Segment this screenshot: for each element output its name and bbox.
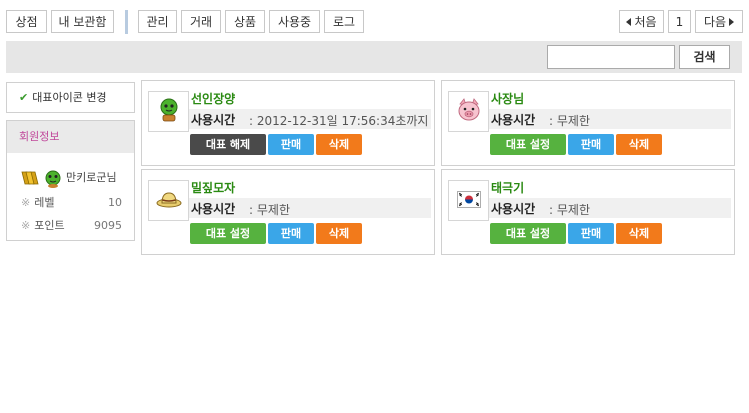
cactus-icon xyxy=(157,97,181,126)
pagination-next-label: 다음 xyxy=(703,15,727,29)
usage-value: : 무제한 xyxy=(249,203,290,217)
change-icon-label: 대표아이콘 변경 xyxy=(32,91,107,104)
pig-icon xyxy=(456,98,482,125)
tab-in-use[interactable]: 사용중 xyxy=(269,10,320,33)
pagination-next-button[interactable]: 다음 xyxy=(695,10,743,33)
rank-badge-icon xyxy=(21,170,39,192)
tab-my-storage[interactable]: 내 보관함 xyxy=(51,10,114,33)
item-name: 밀짚모자 xyxy=(191,181,236,195)
set-representative-button[interactable]: 대표 설정 xyxy=(490,134,566,155)
pagination-first-label: 처음 xyxy=(634,15,657,29)
set-representative-button[interactable]: 대표 설정 xyxy=(190,223,266,244)
bullet-icon: ※ xyxy=(21,196,31,209)
toolbar-separator xyxy=(125,10,128,34)
delete-button[interactable]: 삭제 xyxy=(316,134,362,155)
member-info-title: 회원정보 xyxy=(7,121,134,153)
sell-button[interactable]: 판매 xyxy=(268,134,314,155)
usage-label: 사용시간 xyxy=(191,202,236,216)
item-card: 태극기 사용시간 : 무제한 대표 설정 판매 삭제 xyxy=(441,169,735,255)
pagination-page-1[interactable]: 1 xyxy=(668,10,691,33)
usage-label: 사용시간 xyxy=(491,113,536,127)
member-level-value: 10 xyxy=(108,196,122,209)
sell-button[interactable]: 판매 xyxy=(268,223,314,244)
member-info-panel: 회원정보 만키로군님 ※ 레벨 10 ※ 포인트 9095 xyxy=(6,120,135,241)
korea-flag-icon xyxy=(456,190,481,211)
item-name: 태극기 xyxy=(491,181,525,195)
item-name: 선인장양 xyxy=(191,92,236,106)
member-points-value: 9095 xyxy=(94,219,122,232)
item-card: 사장님 사용시간 : 무제한 대표 설정 판매 삭제 xyxy=(441,80,735,166)
item-thumbnail xyxy=(148,180,189,221)
item-name: 사장님 xyxy=(491,92,525,106)
usage-row: 사용시간 : 2012-12-31일 17:56:34초까지 xyxy=(189,109,431,129)
item-thumbnail xyxy=(148,91,189,132)
tab-log[interactable]: 로그 xyxy=(324,10,364,33)
usage-row: 사용시간 : 무제한 xyxy=(189,198,431,218)
tab-manage[interactable]: 관리 xyxy=(138,10,177,33)
member-level-label: 레벨 xyxy=(34,196,55,209)
member-points-row: ※ 포인트 9095 xyxy=(7,217,134,235)
change-representative-icon-button[interactable]: ✔ 대표아이콘 변경 xyxy=(6,82,135,113)
triangle-right-icon xyxy=(729,18,735,26)
search-button[interactable]: 검색 xyxy=(679,45,730,69)
unset-representative-button[interactable]: 대표 해제 xyxy=(190,134,266,155)
straw-hat-icon xyxy=(155,189,183,212)
tab-shop[interactable]: 상점 xyxy=(6,10,47,33)
member-username: 만키로군님 xyxy=(66,171,117,184)
member-username-row: 만키로군님 xyxy=(7,167,134,189)
item-thumbnail xyxy=(448,180,489,221)
item-card: 밀짚모자 사용시간 : 무제한 대표 설정 판매 삭제 xyxy=(141,169,435,255)
usage-row: 사용시간 : 무제한 xyxy=(489,109,731,129)
tab-trade[interactable]: 거래 xyxy=(181,10,221,33)
tab-product[interactable]: 상품 xyxy=(225,10,265,33)
member-points-label-wrap: ※ 포인트 xyxy=(21,217,65,235)
delete-button[interactable]: 삭제 xyxy=(316,223,362,244)
usage-row: 사용시간 : 무제한 xyxy=(489,198,731,218)
triangle-left-icon xyxy=(626,18,632,26)
member-points-label: 포인트 xyxy=(34,219,65,232)
item-thumbnail xyxy=(448,91,489,132)
checkmark-icon: ✔ xyxy=(19,91,29,104)
set-representative-button[interactable]: 대표 설정 xyxy=(490,223,566,244)
delete-button[interactable]: 삭제 xyxy=(616,134,662,155)
sell-button[interactable]: 판매 xyxy=(568,223,614,244)
member-level-row: ※ 레벨 10 xyxy=(7,194,134,212)
member-level-label-wrap: ※ 레벨 xyxy=(21,194,54,212)
usage-value: : 무제한 xyxy=(549,114,590,128)
usage-label: 사용시간 xyxy=(491,202,536,216)
sell-button[interactable]: 판매 xyxy=(568,134,614,155)
usage-label: 사용시간 xyxy=(191,113,236,127)
item-card: 선인장양 사용시간 : 2012-12-31일 17:56:34초까지 대표 해… xyxy=(141,80,435,166)
usage-value: : 2012-12-31일 17:56:34초까지 xyxy=(249,114,429,128)
usage-value: : 무제한 xyxy=(549,203,590,217)
pagination-first-button[interactable]: 처음 xyxy=(619,10,664,33)
search-input[interactable] xyxy=(547,45,675,69)
bullet-icon: ※ xyxy=(21,219,31,232)
user-avatar-icon xyxy=(43,169,63,194)
delete-button[interactable]: 삭제 xyxy=(616,223,662,244)
